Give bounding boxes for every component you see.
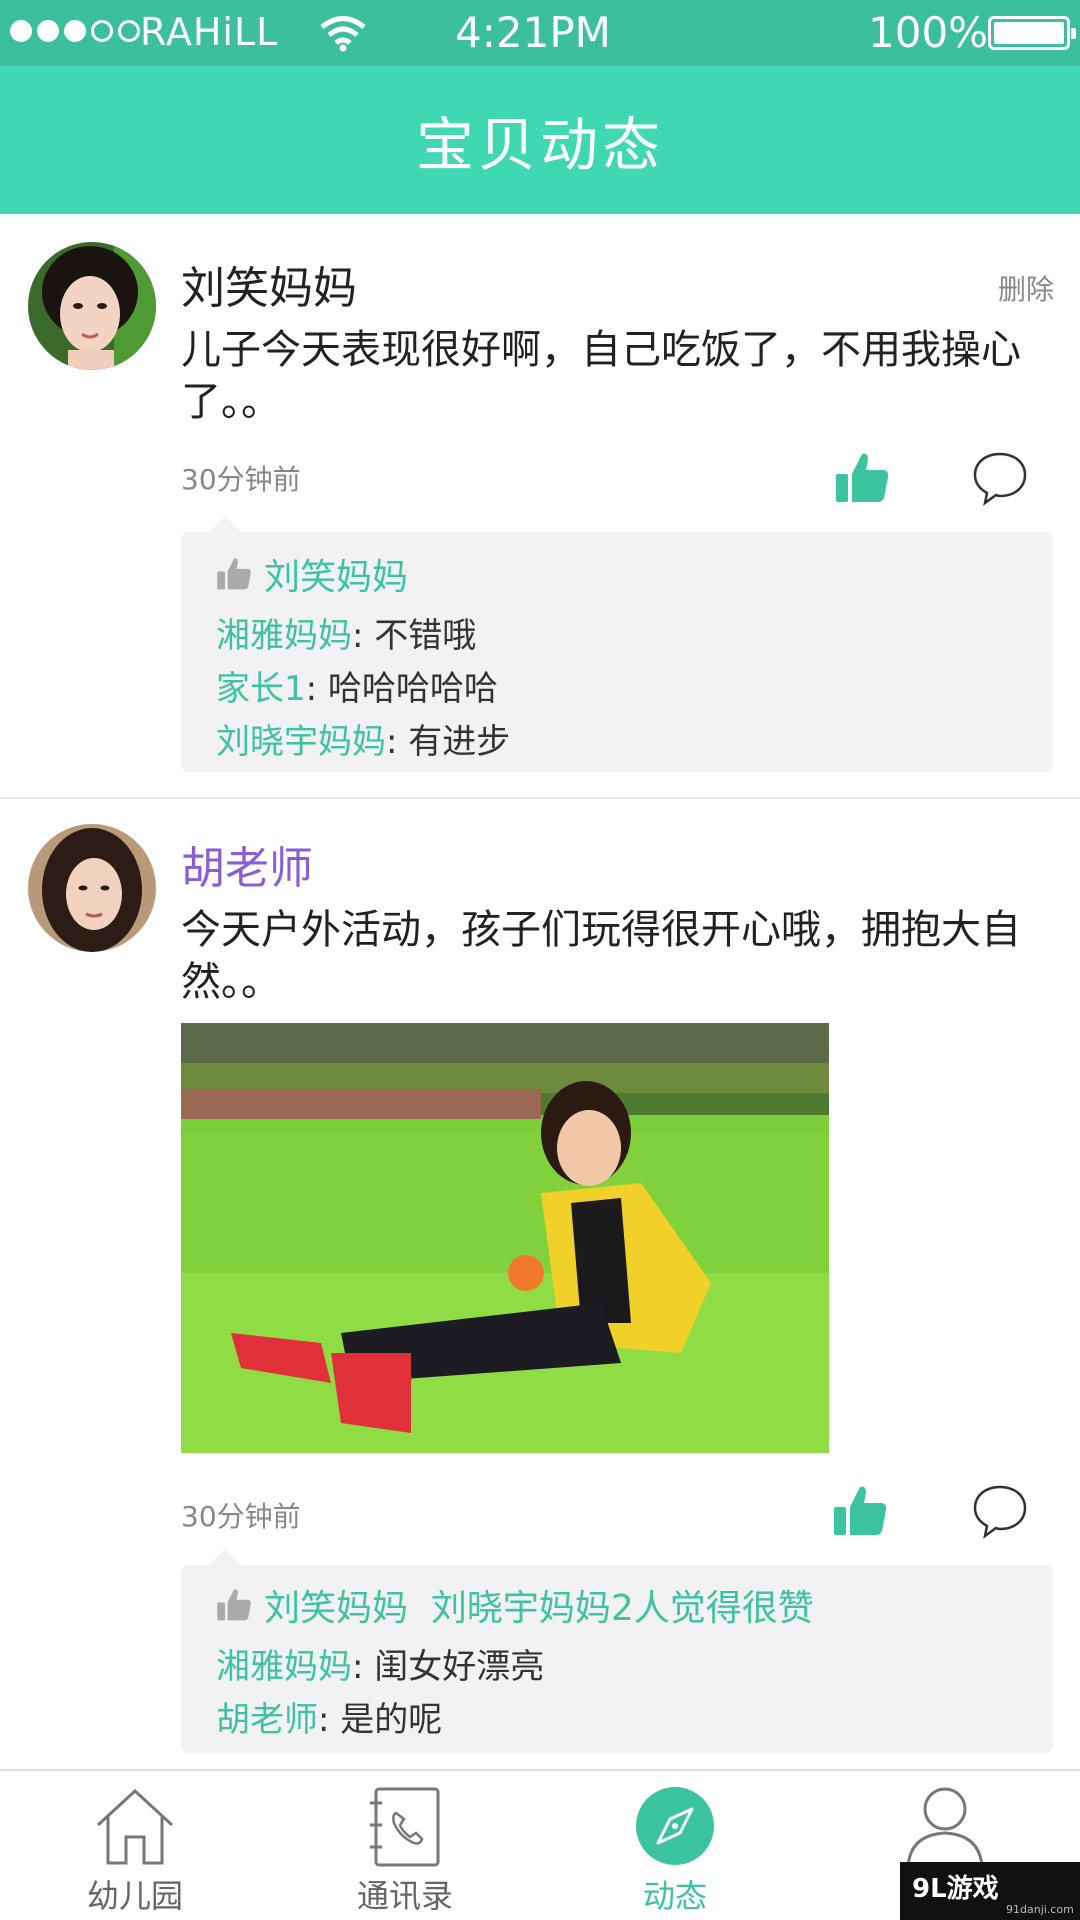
comment[interactable]: 湘雅妈妈: 不错哦 — [216, 608, 476, 657]
comment[interactable]: 家长1: 哈哈哈哈哈 — [216, 661, 498, 710]
comment-button-icon[interactable] — [972, 450, 1028, 506]
watermark-brand: 9L游戏 — [912, 1874, 999, 1904]
comment-author[interactable]: 湘雅妈妈 — [216, 1647, 352, 1687]
watermark-logo: 9L游戏 91danji.com — [900, 1862, 1080, 1920]
comment-author[interactable]: 家长1 — [216, 669, 306, 709]
comment-text: : 是的呢 — [318, 1700, 443, 1740]
comment-text: : 哈哈哈哈哈 — [305, 669, 498, 709]
battery-icon — [988, 16, 1076, 50]
delete-button[interactable]: 删除 — [998, 268, 1054, 308]
comment-author[interactable]: 刘晓宇妈妈 — [216, 722, 386, 762]
carrier-name: RAHiLL — [140, 10, 279, 54]
comment-author[interactable]: 湘雅妈妈 — [216, 616, 352, 656]
comment[interactable]: 刘晓宇妈妈: 有进步 — [216, 714, 510, 763]
battery-percentage: 100% — [868, 8, 989, 57]
feed-post: 刘笑妈妈 删除 儿子今天表现很好啊，自己吃饭了，不用我操心了。。 30分钟前 刘… — [0, 214, 1080, 798]
like-button-icon[interactable] — [832, 1483, 888, 1539]
likes-comments-panel: 刘笑妈妈 刘晓宇妈妈2人觉得很赞 湘雅妈妈: 闺女好漂亮 胡老师: 是的呢 — [181, 1549, 1053, 1753]
like-button-icon[interactable] — [834, 450, 890, 506]
likes-comments-panel: 刘笑妈妈 湘雅妈妈: 不错哦 家长1: 哈哈哈哈哈 刘晓宇妈妈: 有进步 — [181, 516, 1053, 772]
likers-names[interactable]: 刘笑妈妈 — [264, 548, 408, 600]
clock: 4:21PM — [455, 8, 611, 57]
likers-names[interactable]: 刘笑妈妈 刘晓宇妈妈2人觉得很赞 — [264, 1579, 814, 1631]
tab-contacts[interactable]: 通讯录 — [270, 1771, 540, 1920]
feed-post: 胡老师 今天户外活动，孩子们玩得很开心哦，拥抱大自然。。 30分钟前 刘笑妈妈 … — [0, 799, 1080, 1769]
comment-author[interactable]: 胡老师 — [216, 1700, 318, 1740]
tab-label: 动态 — [642, 1877, 707, 1915]
post-text: 今天户外活动，孩子们玩得很开心哦，拥抱大自然。。 — [181, 907, 1021, 1005]
tab-label: 通讯录 — [356, 1877, 453, 1915]
comment-button-icon[interactable] — [972, 1483, 1028, 1539]
post-timestamp: 30分钟前 — [181, 1500, 301, 1533]
post-text: 儿子今天表现很好啊，自己吃饭了，不用我操心了。。 — [181, 327, 1021, 425]
thumb-up-icon — [217, 1589, 251, 1621]
avatar[interactable] — [28, 824, 156, 952]
compass-icon — [636, 1787, 714, 1865]
post-author-name[interactable]: 胡老师 — [181, 832, 313, 896]
tab-moments[interactable]: 动态 — [540, 1771, 810, 1920]
post-author-name[interactable]: 刘笑妈妈 — [181, 252, 357, 316]
status-bar: RAHiLL 4:21PM 100% — [0, 0, 1080, 66]
likes-row: 刘笑妈妈 — [216, 548, 408, 600]
likes-row: 刘笑妈妈 刘晓宇妈妈2人觉得很赞 — [216, 1579, 814, 1631]
comment-text: : 不错哦 — [352, 616, 477, 656]
user-icon — [906, 1787, 984, 1867]
app-header: 宝贝动态 — [0, 66, 1080, 214]
thumb-up-icon — [217, 558, 251, 590]
comment-text: : 有进步 — [386, 722, 511, 762]
signal-strength-icon — [10, 20, 140, 42]
avatar[interactable] — [28, 242, 156, 370]
post-photo[interactable] — [181, 1023, 829, 1453]
watermark-site: 91danji.com — [1006, 1903, 1074, 1916]
comment-text: : 闺女好漂亮 — [352, 1647, 545, 1687]
page-title: 宝贝动态 — [415, 111, 664, 179]
post-timestamp: 30分钟前 — [181, 463, 301, 496]
wifi-icon — [320, 16, 366, 52]
contacts-book-icon — [370, 1787, 440, 1867]
tab-label: 幼儿园 — [86, 1877, 183, 1915]
comment[interactable]: 湘雅妈妈: 闺女好漂亮 — [216, 1639, 544, 1688]
tab-kindergarten[interactable]: 幼儿园 — [0, 1771, 270, 1920]
comment[interactable]: 胡老师: 是的呢 — [216, 1692, 442, 1741]
home-icon — [96, 1788, 174, 1865]
